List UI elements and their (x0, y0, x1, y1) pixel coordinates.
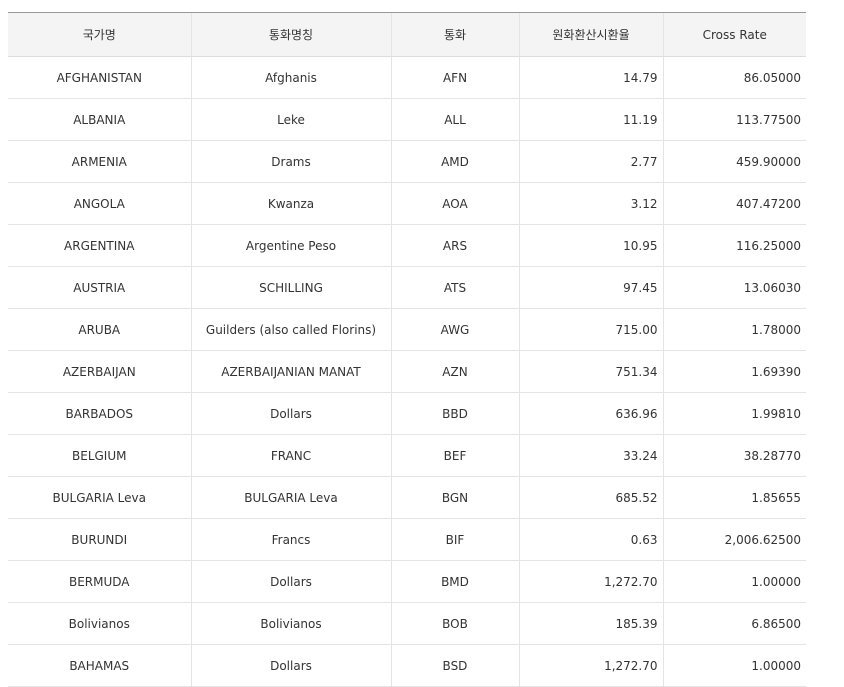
cell-country: BARBADOS (8, 392, 191, 435)
cell-cross-rate: 116.25000 (662, 224, 806, 267)
cell-currency-code: AWG (390, 308, 519, 351)
cell-currency-code: BIF (390, 518, 519, 561)
cell-country: AFGHANISTAN (8, 56, 191, 99)
cell-currency-code: BBD (390, 392, 519, 435)
cell-krw-rate: 751.34 (518, 350, 663, 393)
cell-cross-rate: 459.90000 (662, 140, 806, 183)
header-row: 국가명 통화명칭 통화 원화환산시환율 Cross Rate (8, 12, 806, 57)
cell-country: ARGENTINA (8, 224, 191, 267)
header-cross-rate: Cross Rate (662, 12, 806, 57)
cell-cross-rate: 1.78000 (662, 308, 806, 351)
table-row: ARMENIA Drams AMD 2.77 459.90000 (8, 140, 806, 183)
cell-country: BAHAMAS (8, 644, 191, 687)
header-krw-rate: 원화환산시환율 (518, 12, 663, 57)
cell-country: ARMENIA (8, 140, 191, 183)
cell-currency-code: BOB (390, 602, 519, 645)
cell-krw-rate: 1,272.70 (518, 560, 663, 603)
cell-krw-rate: 0.63 (518, 518, 663, 561)
table-row: Bolivianos Bolivianos BOB 185.39 6.86500 (8, 602, 806, 645)
cell-currency-name: Dollars (190, 560, 391, 603)
cell-cross-rate: 1.85655 (662, 476, 806, 519)
cell-cross-rate: 113.77500 (662, 98, 806, 141)
table-row: BARBADOS Dollars BBD 636.96 1.99810 (8, 392, 806, 435)
cell-currency-code: AZN (390, 350, 519, 393)
table-row: AUSTRIA SCHILLING ATS 97.45 13.06030 (8, 266, 806, 309)
table-row: AZERBAIJAN AZERBAIJANIAN MANAT AZN 751.34 1.… (8, 350, 806, 393)
cell-currency-name: Leke (190, 98, 391, 141)
cell-krw-rate: 10.95 (518, 224, 663, 267)
cell-krw-rate: 33.24 (518, 434, 663, 477)
header-currency-name: 통화명칭 (190, 12, 391, 57)
cell-currency-code: AFN (390, 56, 519, 99)
cell-cross-rate: 1.69390 (662, 350, 806, 393)
cell-currency-name: Francs (190, 518, 391, 561)
cell-currency-name: Drams (190, 140, 391, 183)
table-row: BAHAMAS Dollars BSD 1,272.70 1.00000 (8, 644, 806, 687)
cell-cross-rate: 1.00000 (662, 560, 806, 603)
cell-krw-rate: 3.12 (518, 182, 663, 225)
cell-cross-rate: 2,006.62500 (662, 518, 806, 561)
cell-currency-name: FRANC (190, 434, 391, 477)
cell-currency-name: Guilders (also called Florins) (190, 308, 391, 351)
cell-cross-rate: 1.99810 (662, 392, 806, 435)
cell-krw-rate: 2.77 (518, 140, 663, 183)
header-country: 국가명 (8, 12, 191, 57)
cell-country: ANGOLA (8, 182, 191, 225)
table-header: 국가명 통화명칭 통화 원화환산시환율 Cross Rate (8, 12, 806, 57)
cell-currency-code: ALL (390, 98, 519, 141)
cell-currency-code: AOA (390, 182, 519, 225)
cell-currency-name: Argentine Peso (190, 224, 391, 267)
cell-currency-code: BGN (390, 476, 519, 519)
cell-krw-rate: 715.00 (518, 308, 663, 351)
cell-country: BELGIUM (8, 434, 191, 477)
table-row: ANGOLA Kwanza AOA 3.12 407.47200 (8, 182, 806, 225)
cell-currency-name: SCHILLING (190, 266, 391, 309)
table-row: ARGENTINA Argentine Peso ARS 10.95 116.25000 (8, 224, 806, 267)
cell-country: ALBANIA (8, 98, 191, 141)
cell-cross-rate: 86.05000 (662, 56, 806, 99)
cell-country: Bolivianos (8, 602, 191, 645)
table-row: ARUBA Guilders (also called Florins) AWG 71… (8, 308, 806, 351)
cell-krw-rate: 14.79 (518, 56, 663, 99)
table-row: BULGARIA Leva BULGARIA Leva BGN 685.52 1.856… (8, 476, 806, 519)
cell-currency-name: Afghanis (190, 56, 391, 99)
cell-cross-rate: 407.47200 (662, 182, 806, 225)
cell-cross-rate: 13.06030 (662, 266, 806, 309)
cell-currency-name: Bolivianos (190, 602, 391, 645)
cell-currency-name: Dollars (190, 392, 391, 435)
cell-country: BURUNDI (8, 518, 191, 561)
cell-krw-rate: 11.19 (518, 98, 663, 141)
cell-currency-name: Kwanza (190, 182, 391, 225)
cell-currency-code: BSD (390, 644, 519, 687)
cell-cross-rate: 1.00000 (662, 644, 806, 687)
cell-currency-name: Dollars (190, 644, 391, 687)
cell-country: ARUBA (8, 308, 191, 351)
table-row: ALBANIA Leke ALL 11.19 113.77500 (8, 98, 806, 141)
cell-cross-rate: 38.28770 (662, 434, 806, 477)
exchange-rate-table: 국가명 통화명칭 통화 원화환산시환율 Cross Rate AFGHANIST… (8, 12, 806, 687)
table-row: BURUNDI Francs BIF 0.63 2,006.62500 (8, 518, 806, 561)
cell-country: BULGARIA Leva (8, 476, 191, 519)
cell-krw-rate: 1,272.70 (518, 644, 663, 687)
header-currency-code: 통화 (390, 12, 519, 57)
cell-currency-code: BMD (390, 560, 519, 603)
table-body: AFGHANISTAN Afghanis AFN 14.79 86.05000 ALBAN… (8, 56, 806, 687)
cell-krw-rate: 185.39 (518, 602, 663, 645)
cell-krw-rate: 97.45 (518, 266, 663, 309)
cell-cross-rate: 6.86500 (662, 602, 806, 645)
cell-country: BERMUDA (8, 560, 191, 603)
cell-currency-code: BEF (390, 434, 519, 477)
table-row: AFGHANISTAN Afghanis AFN 14.79 86.05000 (8, 56, 806, 99)
cell-currency-code: ARS (390, 224, 519, 267)
cell-currency-name: BULGARIA Leva (190, 476, 391, 519)
cell-krw-rate: 685.52 (518, 476, 663, 519)
table-row: BELGIUM FRANC BEF 33.24 38.28770 (8, 434, 806, 477)
cell-country: AZERBAIJAN (8, 350, 191, 393)
cell-currency-name: AZERBAIJANIAN MANAT (190, 350, 391, 393)
cell-country: AUSTRIA (8, 266, 191, 309)
table-row: BERMUDA Dollars BMD 1,272.70 1.00000 (8, 560, 806, 603)
cell-krw-rate: 636.96 (518, 392, 663, 435)
cell-currency-code: ATS (390, 266, 519, 309)
cell-currency-code: AMD (390, 140, 519, 183)
